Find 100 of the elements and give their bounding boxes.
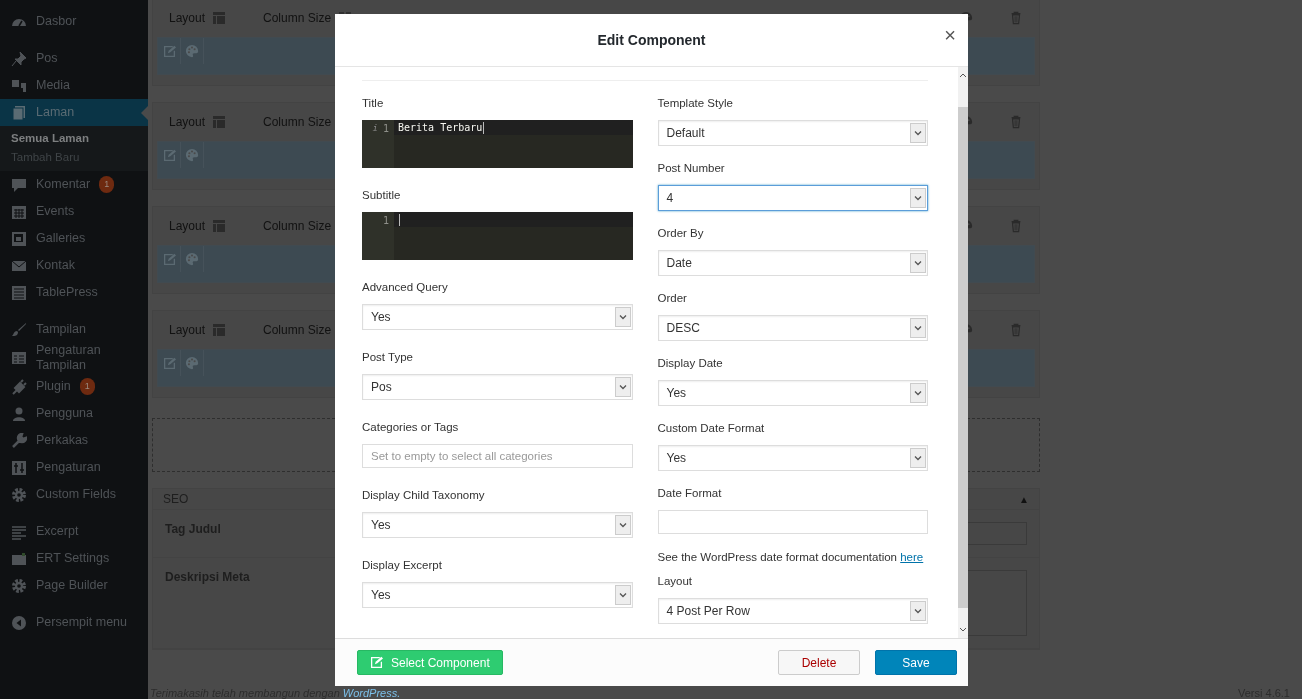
plug-icon <box>11 378 27 395</box>
field-label: Subtitle <box>362 188 402 203</box>
count-badge: 1 <box>99 176 115 193</box>
select-dropdown[interactable]: DESC <box>657 315 928 341</box>
sidebar-item[interactable]: Custom Fields <box>0 481 148 508</box>
menu-label: Excerpt <box>36 524 79 539</box>
panel-icon <box>11 350 27 366</box>
chevron-icon <box>614 307 631 327</box>
sidebar-item[interactable]: Komentar 1 <box>0 171 148 198</box>
trash-icon <box>1009 219 1023 233</box>
sidebar-item[interactable]: Galleries <box>0 225 148 252</box>
trash-icon <box>1009 323 1023 337</box>
sidebar-item[interactable]: Media <box>0 72 148 99</box>
field-label: Layout <box>657 574 694 589</box>
text-field[interactable] <box>657 510 928 534</box>
sidebar-item[interactable]: Plugin 1 <box>0 373 148 400</box>
sidebar-item[interactable]: Perkakas <box>0 427 148 454</box>
layout-icon <box>211 322 228 338</box>
select-dropdown[interactable]: 4 <box>657 185 928 211</box>
sidebar-item[interactable]: Pengaturan Tampilan <box>0 343 148 373</box>
menu-label: Events <box>36 204 75 219</box>
layout-icon <box>211 218 228 234</box>
calendar-icon <box>11 203 27 220</box>
text-field[interactable]: Set to empty to select all categories <box>362 444 633 468</box>
field-label: Template Style <box>657 96 734 111</box>
close-button[interactable]: × <box>940 24 960 47</box>
layout-icon <box>211 10 228 26</box>
menu-label: Media <box>36 78 71 93</box>
menu-label: ERT Settings <box>36 551 110 566</box>
field-label: Custom Date Format <box>657 421 766 436</box>
info-marker: i <box>372 123 378 135</box>
line-number: 1 <box>382 123 389 136</box>
submenu-item[interactable]: Semua Laman <box>0 132 148 144</box>
layout-icon <box>211 114 228 130</box>
select-dropdown[interactable]: Date <box>657 250 928 276</box>
chevron-icon <box>614 377 631 397</box>
menu-label: Kontak <box>36 258 75 273</box>
gallery-icon <box>11 230 27 247</box>
media-icon <box>11 77 27 94</box>
menu-label: Pos <box>36 51 58 66</box>
menu-label: Perkakas <box>36 433 89 448</box>
count-badge: 1 <box>79 378 95 395</box>
menu-label: Galleries <box>36 231 86 246</box>
scrollbar[interactable] <box>958 67 968 638</box>
field-label: Display Excerpt <box>362 558 443 573</box>
sidebar-item[interactable]: Dasbor <box>0 8 148 35</box>
chevron-icon <box>910 318 926 338</box>
scroll-up-icon[interactable] <box>959 72 967 78</box>
scroll-down-icon[interactable] <box>959 627 967 633</box>
field-label: Advanced Query <box>362 280 449 295</box>
sidebar-item[interactable]: ERT Settings <box>0 545 148 572</box>
line-number: 1 <box>382 215 389 228</box>
select-dropdown[interactable]: Pos <box>362 374 633 400</box>
chevron-icon <box>910 123 926 143</box>
menu-label: Custom Fields <box>36 487 116 502</box>
menu-label: Komentar <box>36 177 91 192</box>
field-label: Date Format <box>657 486 723 501</box>
sidebar-item[interactable]: Pengaturan <box>0 454 148 481</box>
select-dropdown[interactable]: Yes <box>362 582 633 608</box>
sidebar-item[interactable]: Kontak <box>0 252 148 279</box>
select-dropdown[interactable]: Yes <box>657 445 928 471</box>
select-dropdown[interactable]: 4 Post Per Row <box>657 598 928 624</box>
chevron-icon <box>910 253 926 273</box>
select-dropdown[interactable]: Yes <box>362 512 633 538</box>
delete-button[interactable]: Delete <box>778 650 860 675</box>
menu-label: Laman <box>36 105 75 120</box>
user-icon <box>11 405 27 422</box>
sidebar-item[interactable]: Tampilan <box>0 316 148 343</box>
save-button[interactable]: Save <box>875 650 957 675</box>
collapse-menu-button[interactable]: Persempit menu <box>0 609 148 636</box>
sidebar-item[interactable]: Excerpt <box>0 518 148 545</box>
sidebar-item[interactable]: Pos <box>0 45 148 72</box>
pin-icon <box>11 50 27 67</box>
edit-icon <box>370 656 383 669</box>
documentation-link[interactable]: here <box>900 551 924 563</box>
code-editor[interactable]: 1 <box>362 212 633 260</box>
select-dropdown[interactable]: Default <box>657 120 928 146</box>
field-label: Display Child Taxonomy <box>362 488 486 503</box>
comment-icon <box>11 176 27 193</box>
code-editor[interactable]: i 1 Berita Terbaru <box>362 120 633 168</box>
select-dropdown[interactable]: Yes <box>362 304 633 330</box>
collapse-toggle[interactable]: ▲ <box>1019 493 1029 505</box>
sidebar-item[interactable]: Events <box>0 198 148 225</box>
wordpress-link[interactable]: WordPress. <box>342 687 401 699</box>
select-dropdown[interactable]: Yes <box>657 380 928 406</box>
sliders-icon <box>11 459 27 476</box>
field-label: Order <box>657 291 688 306</box>
sidebar-item[interactable]: TablePress <box>0 279 148 306</box>
brush-icon <box>11 321 27 338</box>
sidebar-item[interactable]: Laman <box>0 99 148 126</box>
field-label: Order By <box>657 226 705 241</box>
select-component-button[interactable]: Select Component <box>357 650 503 675</box>
sidebar-item[interactable]: Page Builder <box>0 572 148 599</box>
field-label: Post Number <box>657 161 726 176</box>
code-text: Berita Terbaru <box>398 122 483 135</box>
sidebar-item[interactable]: Pengguna <box>0 400 148 427</box>
menu-label: Page Builder <box>36 578 108 593</box>
help-text: See the WordPress date format documentation here <box>657 551 925 563</box>
menu-label: Pengaturan <box>36 460 101 475</box>
field-label: Display Date <box>657 356 724 371</box>
